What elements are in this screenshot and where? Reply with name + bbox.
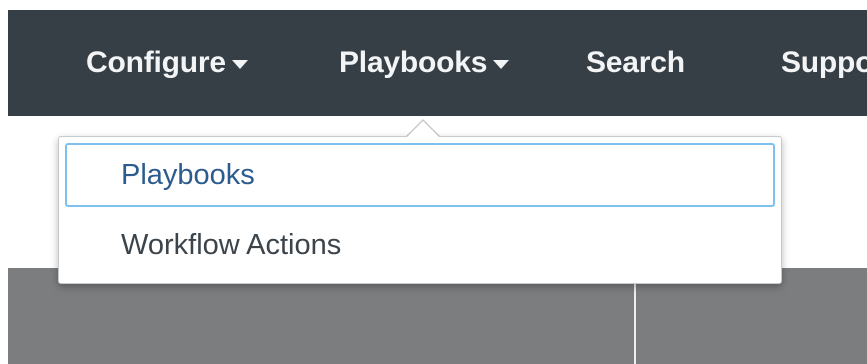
nav-item-support[interactable]: Suppo	[781, 10, 867, 116]
caret-down-icon	[231, 59, 248, 69]
menu-item-label: Workflow Actions	[121, 228, 342, 261]
playbooks-dropdown-menu: Playbooks Workflow Actions	[58, 136, 782, 284]
nav-item-search[interactable]: Search	[586, 10, 685, 116]
top-navbar: Configure Playbooks Search Suppo	[8, 10, 867, 116]
nav-item-label: Configure	[86, 46, 226, 79]
dropdown-pointer-fill	[407, 121, 439, 137]
menu-item-label: Playbooks	[121, 158, 255, 191]
nav-item-label: Playbooks	[339, 46, 488, 79]
nav-item-configure[interactable]: Configure	[86, 10, 248, 116]
nav-item-label: Suppo	[781, 46, 867, 79]
top-border	[0, 0, 867, 10]
nav-item-label: Search	[586, 46, 685, 79]
nav-item-playbooks[interactable]: Playbooks	[339, 10, 510, 116]
app-frame: Configure Playbooks Search Suppo Playboo…	[0, 0, 867, 364]
menu-item-playbooks[interactable]: Playbooks	[65, 143, 775, 207]
menu-item-workflow-actions[interactable]: Workflow Actions	[65, 213, 775, 277]
caret-down-icon	[493, 59, 510, 69]
